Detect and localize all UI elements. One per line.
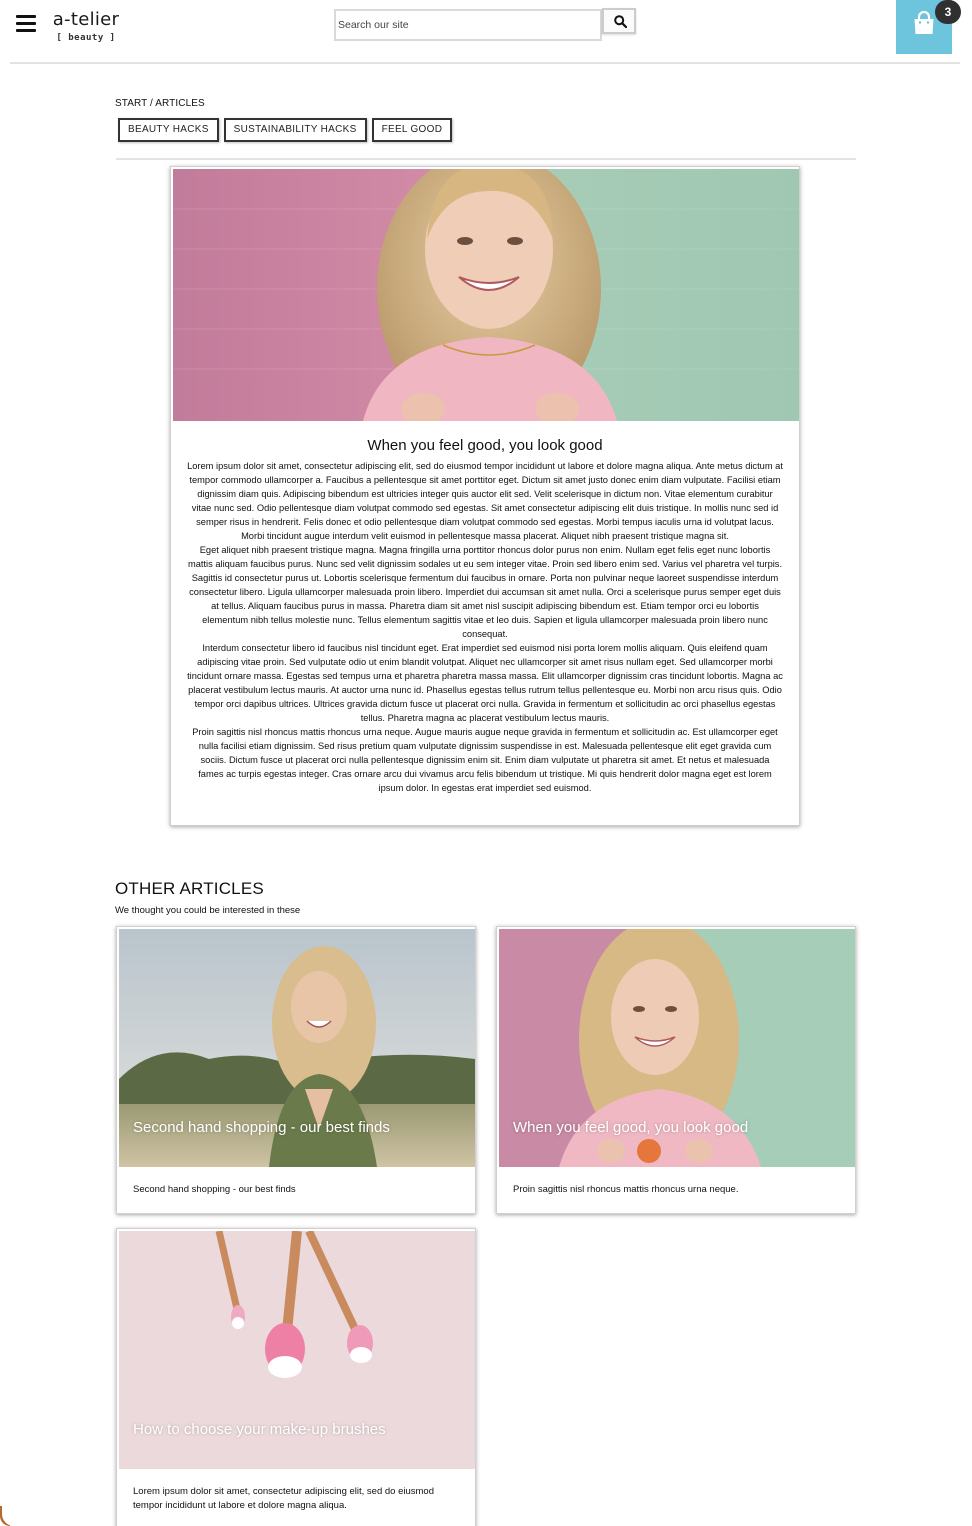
card-excerpt: Second hand shopping - our best finds [133, 1184, 296, 1195]
logo-wordmark: a-telier [52, 9, 120, 30]
article-body: Lorem ipsum dolor sit amet, consectetur … [187, 459, 783, 795]
article-paragraph: Eget aliquet nibh praesent tristique mag… [187, 545, 783, 639]
section-divider [116, 158, 856, 160]
site-logo[interactable]: a-telier [ beauty ] [46, 9, 126, 49]
shopping-bag-icon [914, 11, 934, 34]
breadcrumb[interactable]: START / ARTICLES [115, 98, 205, 109]
article-card-feel-good[interactable]: When you feel good, you look good Proin … [496, 926, 856, 1214]
article-paragraph: Proin sagittis nisl rhoncus mattis rhonc… [192, 727, 778, 793]
card-excerpt: Lorem ipsum dolor sit amet, consectetur … [133, 1486, 434, 1511]
tag-feel-good[interactable]: FEEL GOOD [371, 118, 453, 142]
card-overlay-title: When you feel good, you look good [513, 1119, 749, 1136]
article-paragraph: Interdum consectetur libero id faucibus … [187, 643, 783, 723]
article-title: When you feel good, you look good [367, 437, 603, 454]
search-button[interactable] [602, 8, 636, 34]
search-icon [614, 15, 627, 28]
site-header: a-telier [ beauty ] 3 [0, 0, 972, 64]
article-card: When you feel good, you look good Lorem … [170, 166, 800, 826]
tag-beauty-hacks[interactable]: BEAUTY HACKS [118, 118, 219, 142]
tag-sustainability-hacks[interactable]: SUSTAINABILITY HACKS [223, 118, 367, 142]
tag-list: BEAUTY HACKS SUSTAINABILITY HACKS FEEL G… [118, 118, 453, 142]
logo-tagline: [ beauty ] [56, 33, 116, 43]
other-articles-heading: OTHER ARTICLES [115, 879, 264, 898]
card-overlay-title: How to choose your make-up brushes [133, 1421, 386, 1438]
card-excerpt: Proin sagittis nisl rhoncus mattis rhonc… [513, 1184, 739, 1195]
search-input[interactable] [334, 9, 602, 41]
other-articles-subtitle: We thought you could be interested in th… [115, 905, 301, 916]
cart-count-badge: 3 [935, 0, 961, 24]
article-card-second-hand[interactable]: Second hand shopping - our best finds Se… [116, 926, 476, 1214]
article-hero-image [173, 169, 799, 421]
article-paragraph: Lorem ipsum dolor sit amet, consectetur … [187, 461, 783, 541]
menu-icon[interactable] [16, 14, 36, 32]
header-divider [10, 62, 960, 64]
card-overlay-title: Second hand shopping - our best finds [133, 1119, 390, 1136]
article-card-makeup-brushes[interactable]: How to choose your make-up brushes Lorem… [116, 1228, 476, 1526]
